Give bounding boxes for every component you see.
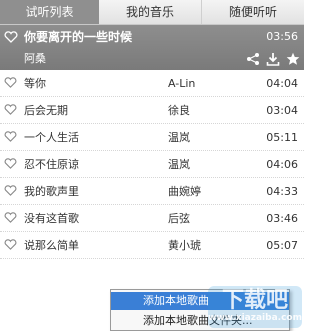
heart-icon[interactable] [4, 239, 17, 250]
star-icon[interactable] [286, 52, 300, 66]
song-singer: 温岚 [168, 158, 190, 171]
song-singer: 黄小琥 [168, 239, 201, 252]
song-name: 忍不住原谅 [24, 158, 79, 171]
tab-trial-list[interactable]: 试听列表 [0, 0, 99, 24]
list-item[interactable]: 一个人生活 温岚 05:11 [0, 124, 304, 151]
song-singer: 曲婉婷 [168, 185, 201, 198]
list-item[interactable]: 忍不住原谅 温岚 04:06 [0, 151, 304, 178]
share-icon[interactable] [246, 52, 260, 66]
watermark-url: www.xiazaiba.com [208, 313, 302, 323]
song-singer: 温岚 [168, 131, 190, 144]
song-name: 后会无期 [24, 104, 68, 117]
heart-icon[interactable] [4, 185, 17, 196]
song-name: 没有这首歌 [24, 212, 79, 225]
watermark-logo: 下载吧 www.xiazaiba.com [208, 286, 302, 328]
tab-my-music[interactable]: 我的音乐 [99, 0, 202, 24]
heart-icon[interactable] [4, 104, 17, 115]
watermark-text: 下载吧 [221, 288, 288, 313]
heart-icon[interactable] [4, 212, 17, 223]
download-icon[interactable] [266, 52, 280, 66]
now-playing-artist: 阿桑 [24, 52, 46, 65]
song-singer: 后弦 [168, 212, 190, 225]
song-name: 我的歌声里 [24, 185, 79, 198]
song-name: 等你 [24, 77, 46, 90]
heart-icon[interactable] [4, 77, 17, 88]
list-item[interactable]: 说那么简单 黄小琥 05:07 [0, 232, 304, 259]
song-duration: 05:11 [266, 131, 298, 144]
tab-random-listen[interactable]: 随便听听 [202, 0, 304, 24]
heart-icon[interactable] [4, 158, 17, 169]
song-duration: 04:04 [266, 77, 298, 90]
now-playing-row[interactable]: 你要离开的一些时候 03:56 阿桑 [0, 25, 304, 70]
now-playing-title: 你要离开的一些时候 [24, 30, 133, 44]
song-name: 一个人生活 [24, 131, 79, 144]
tab-bar: 试听列表 我的音乐 随便听听 [0, 0, 304, 25]
song-singer: A-Lin [168, 77, 196, 90]
song-duration: 03:04 [266, 104, 298, 117]
song-duration: 05:07 [266, 239, 298, 252]
list-item[interactable]: 等你 A-Lin 04:04 [0, 70, 304, 97]
list-item[interactable]: 我的歌声里 曲婉婷 04:33 [0, 178, 304, 205]
list-item[interactable]: 后会无期 徐良 03:04 [0, 97, 304, 124]
heart-icon[interactable] [4, 131, 17, 142]
song-list: 等你 A-Lin 04:04 后会无期 徐良 03:04 一个人生活 温岚 05… [0, 70, 304, 259]
song-name: 说那么简单 [24, 239, 79, 252]
song-duration: 03:46 [266, 212, 298, 225]
list-item[interactable]: 没有这首歌 后弦 03:46 [0, 205, 304, 232]
heart-icon[interactable] [4, 31, 18, 43]
song-duration: 04:33 [266, 185, 298, 198]
now-playing-time: 03:56 [266, 30, 298, 43]
song-singer: 徐良 [168, 104, 190, 117]
song-duration: 04:06 [266, 158, 298, 171]
